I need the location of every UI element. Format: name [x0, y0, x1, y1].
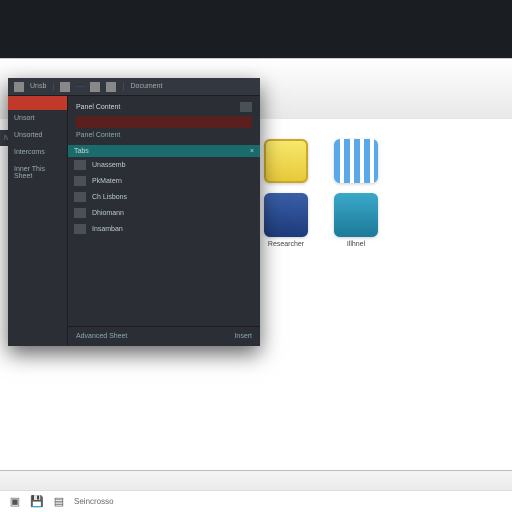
row-icon[interactable]	[240, 102, 252, 112]
toolbar-icon[interactable]	[14, 82, 24, 92]
list-item-icon	[74, 208, 86, 218]
panel-sub-label: Panel Content	[76, 132, 120, 139]
list-item[interactable]: Insamban	[68, 221, 260, 237]
app-icon	[264, 193, 308, 237]
toolbar-icon[interactable]	[106, 82, 116, 92]
desktop-icon[interactable]	[258, 139, 314, 187]
nav-item[interactable]: Unsorted	[8, 127, 67, 144]
list-item-label: Dhiomann	[92, 210, 124, 217]
nav-item[interactable]: Intercoms	[8, 144, 67, 161]
list-item[interactable]: Unassemb	[68, 157, 260, 173]
panel-footer: Advanced Sheet Insert	[68, 326, 260, 346]
app-icon	[334, 193, 378, 237]
start-icon[interactable]: ▣	[8, 495, 22, 509]
panel-header-label: Panel Content	[76, 104, 120, 111]
panel-left-nav: UnsortUnsortedIntercomsInner This Sheet	[8, 96, 68, 346]
panel-header-row: Panel Content	[76, 100, 252, 114]
panel-list: Unassemb PkMatern Ch Lisbons Dhiomann Insamb…	[68, 157, 260, 237]
desktop-icon[interactable]: Researcher	[258, 193, 314, 249]
list-item[interactable]: Dhiomann	[68, 205, 260, 221]
desktop-icon-label: Researcher	[268, 241, 304, 249]
taskbar: ▣ 💾 ▤ Seincrosso	[0, 470, 512, 512]
input-field[interactable]	[76, 116, 252, 128]
toolbar-label-2: Document	[131, 83, 163, 90]
panel-tab-bar: Tabs ×	[68, 145, 260, 157]
list-item-label: Ch Lisbons	[92, 194, 127, 201]
list-item[interactable]: PkMatern	[68, 173, 260, 189]
separator-icon: —	[76, 82, 84, 91]
tab-close-icon[interactable]: ×	[250, 148, 254, 155]
taskbar-inner: ▣ 💾 ▤ Seincrosso	[0, 490, 512, 512]
panel-right-content: Panel Content Panel Content Tabs × Unass…	[68, 96, 260, 346]
list-item-label: Unassemb	[92, 162, 125, 169]
list-item-icon	[74, 176, 86, 186]
desktop-icon[interactable]	[328, 139, 384, 187]
app-icon	[264, 139, 308, 183]
tab-label[interactable]: Tabs	[74, 148, 89, 155]
document-icon[interactable]: ▤	[52, 495, 66, 509]
desktop-icon[interactable]: Illhnel	[328, 193, 384, 249]
toolbar-icon[interactable]	[90, 82, 100, 92]
panel-sub-row: Panel Content	[76, 130, 252, 141]
panel-toolbar: Unsb | — | Document	[8, 78, 260, 96]
nav-item[interactable]: Inner This Sheet	[8, 161, 67, 185]
list-item-icon	[74, 224, 86, 234]
list-item-label: Insamban	[92, 226, 123, 233]
panel-header-section: Panel Content Panel Content	[68, 96, 260, 145]
taskbar-app-label: Seincrosso	[74, 497, 114, 506]
app-icon	[334, 139, 378, 183]
settings-panel: Unsb | — | Document UnsortUnsortedInterc…	[8, 78, 260, 346]
separator-icon: |	[52, 82, 54, 91]
accent-bar	[8, 96, 67, 110]
save-icon[interactable]: 💾	[30, 495, 44, 509]
list-item-icon	[74, 192, 86, 202]
toolbar-label-1: Unsb	[30, 83, 46, 90]
nav-item[interactable]: Unsort	[8, 110, 67, 127]
separator-icon: |	[122, 82, 124, 91]
list-item-label: PkMatern	[92, 178, 122, 185]
list-item[interactable]: Ch Lisbons	[68, 189, 260, 205]
footer-right-link[interactable]: Insert	[234, 333, 252, 340]
toolbar-icon[interactable]	[60, 82, 70, 92]
list-item-icon	[74, 160, 86, 170]
panel-body: UnsortUnsortedIntercomsInner This Sheet …	[8, 96, 260, 346]
footer-left-link[interactable]: Advanced Sheet	[76, 333, 127, 340]
desktop-icon-label: Illhnel	[347, 241, 365, 249]
